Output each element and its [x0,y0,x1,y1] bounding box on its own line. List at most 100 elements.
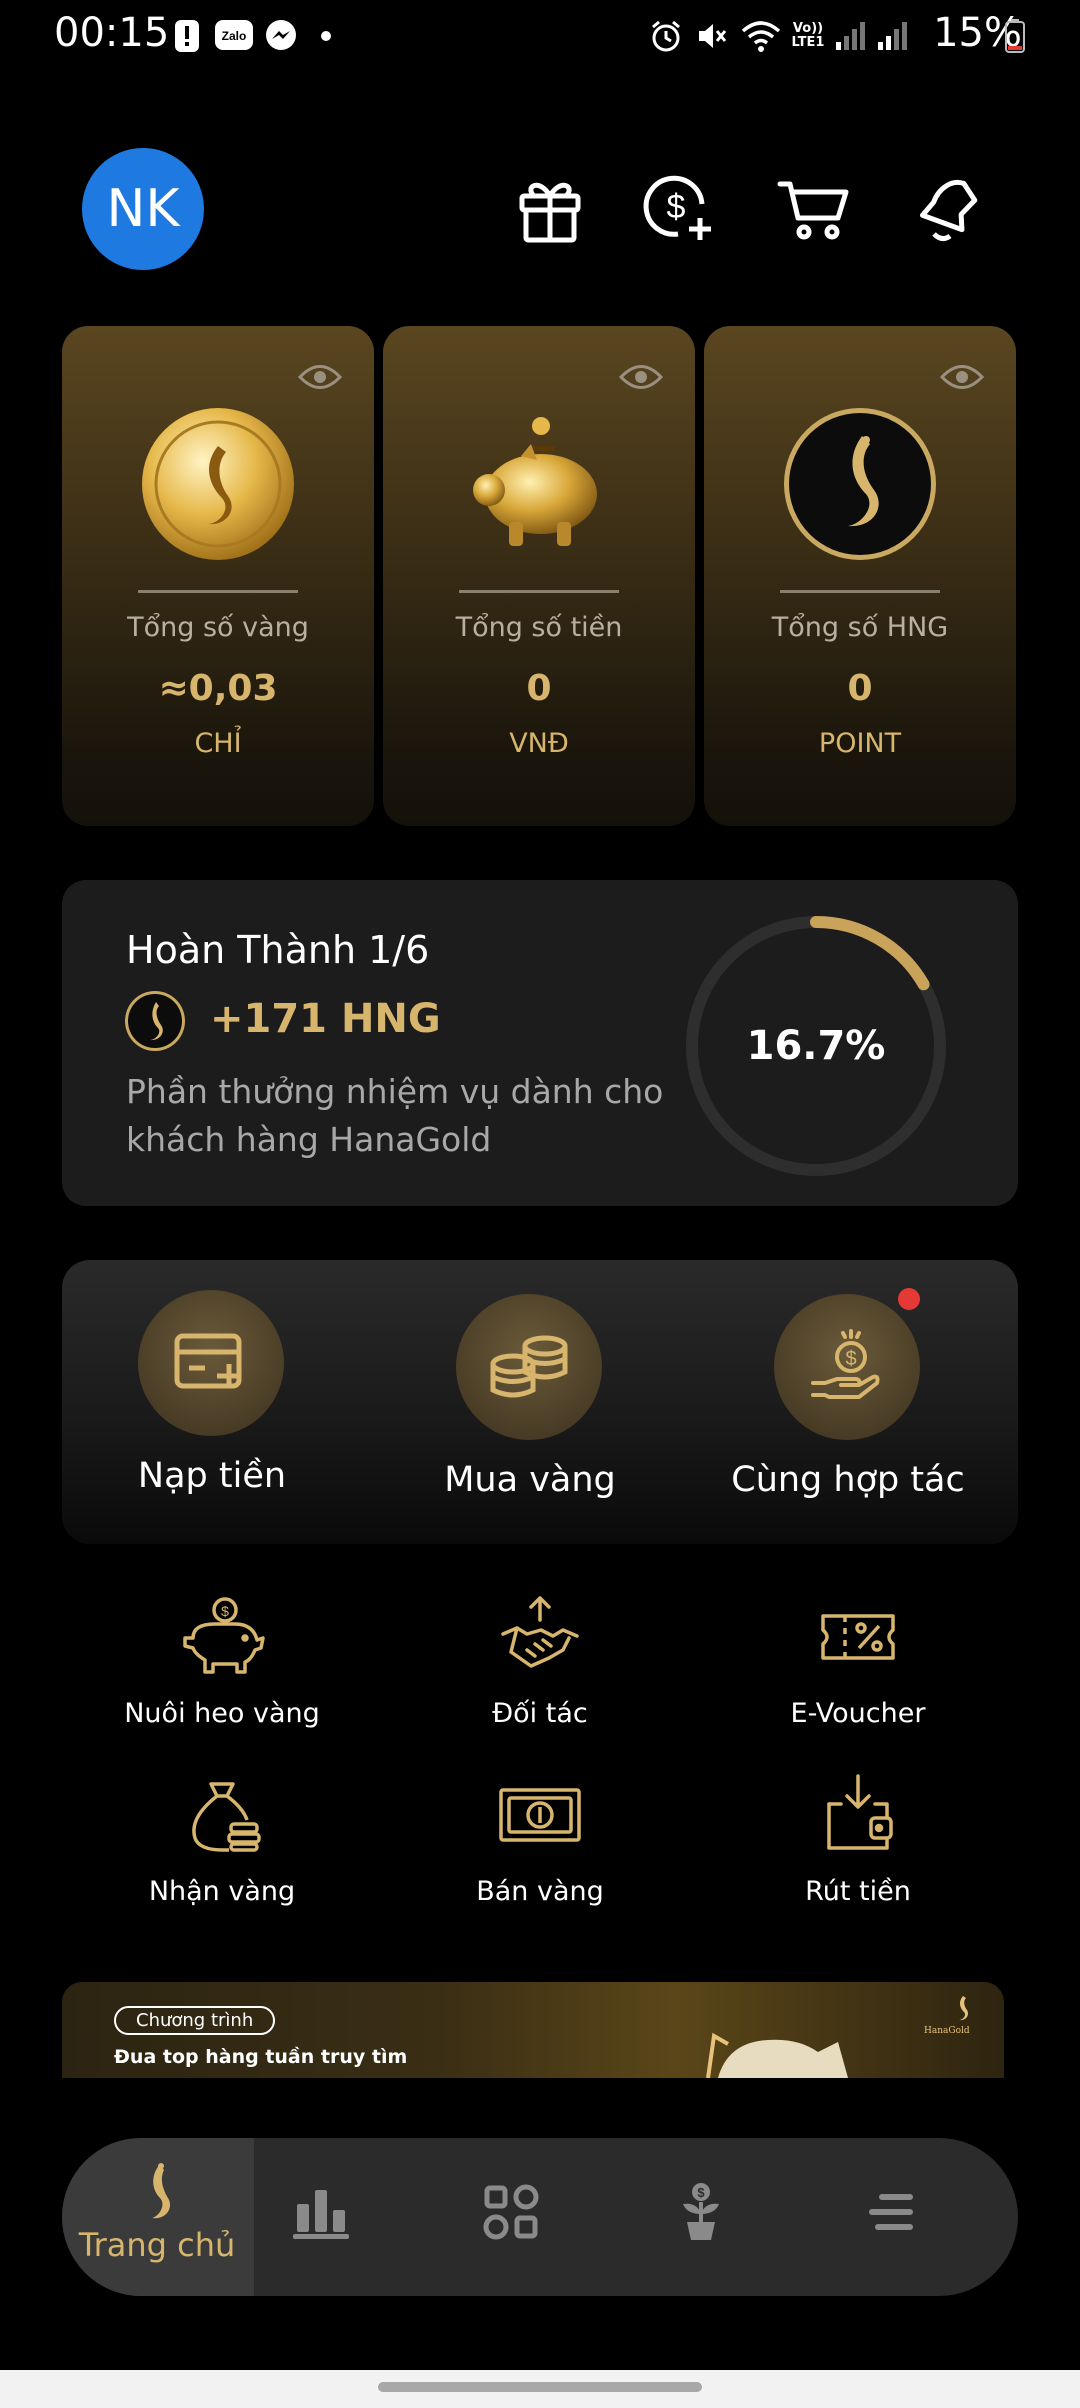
feature-label: Đối tác [492,1698,588,1729]
promo-banner[interactable]: Chương trình Đua top hàng tuần truy tìm … [62,1982,1004,2078]
asset-label: Tổng số HNG [771,612,949,643]
quick-actions: Nạp tiền Mua vàng $ Cùng hợp tác [62,1260,1018,1544]
quick-action-label: Nạp tiền [137,1456,287,1496]
quick-action-label: Cùng hợp tác [731,1460,965,1500]
zalo-icon: Zalo [214,18,254,54]
feature-sell-gold[interactable]: Bán vàng [390,1772,690,1922]
volte-icon: Vo)) LTE1 [786,18,830,54]
asset-value: 0 [526,668,552,709]
asset-card-money[interactable]: Tổng số tiền 0 VNĐ [383,326,695,826]
asset-value: 0 [847,668,873,709]
apps-grid-icon [483,2184,539,2240]
plant-coin-icon: $ [683,2183,719,2240]
zalo-label: Zalo [222,29,247,43]
eye-icon[interactable] [940,362,984,392]
nav-home-label: Trang chủ [78,2226,236,2264]
piggy-icon: $ [183,1597,265,1674]
asset-value: ≈0,03 [158,668,278,709]
status-bar: 00:15 Zalo Vo)) LTE1 15% [0,0,1080,72]
feature-label: Nhận vàng [148,1876,296,1907]
asset-unit: CHỈ [194,728,242,759]
hng-token-icon [784,408,936,560]
feature-piggy[interactable]: $ Nuôi heo vàng [72,1594,372,1744]
wallet-download-icon [827,1774,893,1850]
banner-trophy-art [706,2032,848,2078]
coins-stack-icon [456,1294,602,1440]
quick-action-buy-gold[interactable]: Mua vàng [380,1290,680,1530]
nav-chart[interactable] [226,2138,416,2296]
avatar[interactable]: NK [82,148,204,270]
nav-apps[interactable] [416,2138,606,2296]
nav-menu[interactable] [796,2138,986,2296]
asset-unit: POINT [818,728,902,759]
feature-label: Bán vàng [476,1876,604,1907]
gift-icon[interactable] [510,168,590,248]
hng-coin-icon [125,991,185,1051]
quick-action-partnership[interactable]: $ Cùng hợp tác [698,1288,998,1530]
asset-card-hng[interactable]: Tổng số HNG 0 POINT [704,326,1016,826]
feature-evoucher[interactable]: E-Voucher [708,1594,1008,1744]
svg-text:$: $ [697,2185,705,2200]
bottom-nav: Trang chủ $ [62,2138,1018,2296]
home-icon [152,2163,171,2219]
notification-badge [898,1288,920,1310]
feature-label: Rút tiền [805,1876,911,1907]
alarm-icon [648,18,684,54]
feature-label: Nuôi heo vàng [124,1698,320,1729]
wifi-icon [740,18,782,54]
quick-action-deposit[interactable]: Nạp tiền [62,1290,362,1530]
hanagold-logo-icon [959,1996,969,2021]
banknote-icon [499,1788,581,1842]
dot-icon [318,18,334,54]
messenger-icon [262,18,300,54]
cart-icon[interactable] [774,168,854,248]
volte-label: Vo)) LTE1 [791,21,825,50]
banner-text: Đua top hàng tuần truy tìm [114,2046,408,2068]
gold-bag-icon [192,1782,261,1852]
asset-unit: VNĐ [509,728,569,759]
gold-coin-icon [142,408,294,560]
progress-percent: 16.7% [746,1023,886,1069]
mission-reward: +171 HNG [210,996,441,1042]
feature-label: E-Voucher [790,1698,926,1729]
svg-text:$: $ [667,188,686,226]
svg-text:$: $ [221,1603,229,1619]
eye-icon[interactable] [298,362,342,392]
mission-title: Hoàn Thành 1/6 [126,928,430,972]
card-plus-icon [138,1290,284,1436]
asset-label: Tổng số tiền [455,612,623,643]
home-indicator[interactable] [378,2382,702,2392]
feature-receive-gold[interactable]: Nhận vàng [72,1772,372,1922]
signal-icon [832,18,868,54]
svg-text:$: $ [845,1348,856,1370]
chart-icon [293,2190,349,2239]
quick-action-label: Mua vàng [444,1460,616,1500]
banner-logo-text: HanaGold [924,2026,970,2036]
mute-icon [694,18,730,54]
nav-invest[interactable]: $ [606,2138,796,2296]
eye-icon[interactable] [619,362,663,392]
piggy-bank-icon [473,417,597,546]
handshake-icon [501,1596,579,1668]
feature-withdraw[interactable]: Rút tiền [708,1772,1008,1922]
system-home-bar [0,2370,1080,2408]
avatar-initials: NK [106,179,180,239]
asset-label: Tổng số vàng [127,612,309,643]
asset-card-gold[interactable]: Tổng số vàng ≈0,03 CHỈ [62,326,374,826]
banner-pill: Chương trình [114,2006,276,2035]
hand-coin-icon: $ [774,1294,920,1440]
bell-icon[interactable] [904,168,984,248]
battery-icon [1004,18,1026,54]
divider [459,590,619,593]
divider [780,590,940,593]
signal-icon-2 [874,18,910,54]
mission-card[interactable]: Hoàn Thành 1/6 +171 HNG Phần thưởng nhiệ… [62,880,1018,1206]
nav-home[interactable]: Trang chủ [62,2138,252,2296]
voucher-icon [821,1614,895,1660]
dollar-plus-icon[interactable]: $ [638,168,718,248]
alert-icon [172,18,202,54]
status-time: 00:15 [54,10,170,56]
divider [138,590,298,593]
feature-partner[interactable]: Đối tác [390,1594,690,1744]
menu-icon [869,2194,913,2230]
